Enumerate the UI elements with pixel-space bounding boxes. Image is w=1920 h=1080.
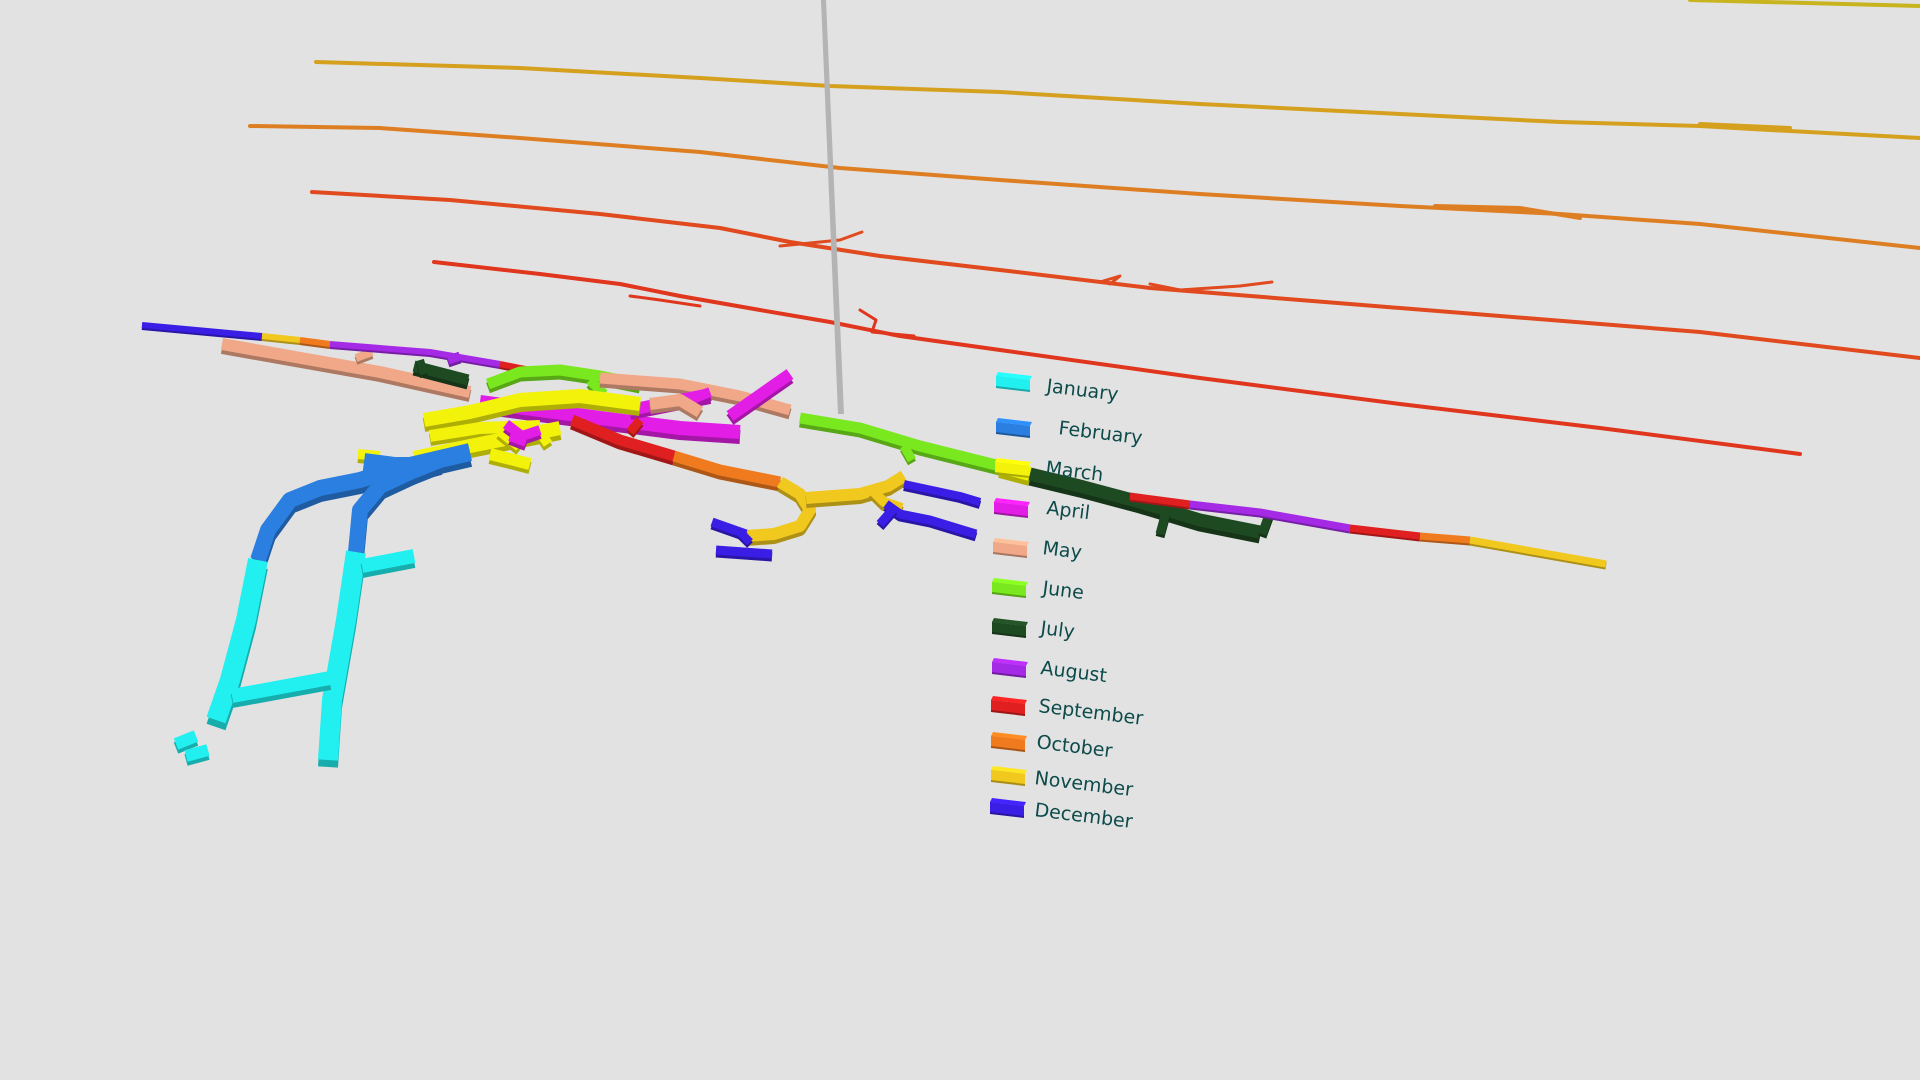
legend-label: May bbox=[1041, 537, 1083, 564]
drift-segment-october bbox=[1419, 532, 1471, 544]
legend-item-december: December bbox=[990, 798, 1134, 833]
legend-label: April bbox=[1045, 497, 1091, 524]
drift-segment-may bbox=[354, 348, 374, 362]
legend-label: December bbox=[1033, 799, 1134, 833]
legend-label: July bbox=[1038, 617, 1076, 643]
drift-segment-january bbox=[360, 549, 416, 573]
legend-item-august: August bbox=[992, 657, 1108, 687]
month-legend: JanuaryFebruaryMarchAprilMayJuneJulyAugu… bbox=[990, 372, 1144, 833]
shaft-pole bbox=[821, 0, 844, 414]
legend-label: January bbox=[1044, 375, 1119, 406]
legend-item-july: July bbox=[992, 617, 1076, 643]
legend-item-february: February bbox=[996, 417, 1144, 449]
mine-development-scene: JanuaryFebruaryMarchAprilMayJuneJulyAugu… bbox=[141, 0, 1920, 833]
drift-segment-july bbox=[416, 358, 428, 376]
drift-segment-november bbox=[1469, 536, 1607, 568]
level-line-3 bbox=[248, 124, 1920, 250]
drift-segment-september bbox=[1349, 524, 1421, 540]
development-drifts bbox=[141, 322, 1607, 768]
level-line-4-branch-a bbox=[778, 230, 864, 248]
legend-label: June bbox=[1040, 577, 1085, 604]
drift-segment-june bbox=[799, 412, 1002, 472]
legend-item-january: January bbox=[996, 372, 1120, 406]
legend-item-november: November bbox=[991, 766, 1134, 801]
drift-segment-january bbox=[173, 730, 199, 750]
drift-segment-april bbox=[508, 431, 528, 447]
legend-item-june: June bbox=[992, 577, 1085, 604]
drift-segment-january bbox=[230, 671, 332, 703]
legend-item-october: October bbox=[991, 731, 1114, 762]
drift-segment-december bbox=[715, 545, 773, 559]
level-line-4-branch-c bbox=[1148, 280, 1274, 292]
legend-label: August bbox=[1039, 657, 1108, 687]
legend-item-april: April bbox=[994, 497, 1091, 524]
drift-segment-august bbox=[446, 351, 462, 365]
level-line-1 bbox=[1688, 0, 1920, 8]
legend-label: September bbox=[1037, 695, 1144, 730]
drift-segment-january bbox=[318, 550, 366, 761]
drift-segment-october bbox=[299, 337, 331, 347]
drift-segment-november bbox=[261, 333, 301, 343]
drift-segment-january bbox=[184, 744, 210, 762]
level-line-5-branch-b bbox=[858, 308, 916, 338]
legend-item-may: May bbox=[993, 537, 1083, 564]
legend-label: October bbox=[1035, 731, 1113, 762]
legend-label: November bbox=[1033, 767, 1134, 801]
legend-label: February bbox=[1057, 417, 1143, 449]
3d-viewport[interactable]: January February March April May June July Augu… bbox=[0, 0, 1920, 1080]
legend-item-september: September bbox=[991, 695, 1144, 730]
drift-segment-july bbox=[1155, 510, 1171, 536]
level-line-2 bbox=[314, 60, 1920, 140]
